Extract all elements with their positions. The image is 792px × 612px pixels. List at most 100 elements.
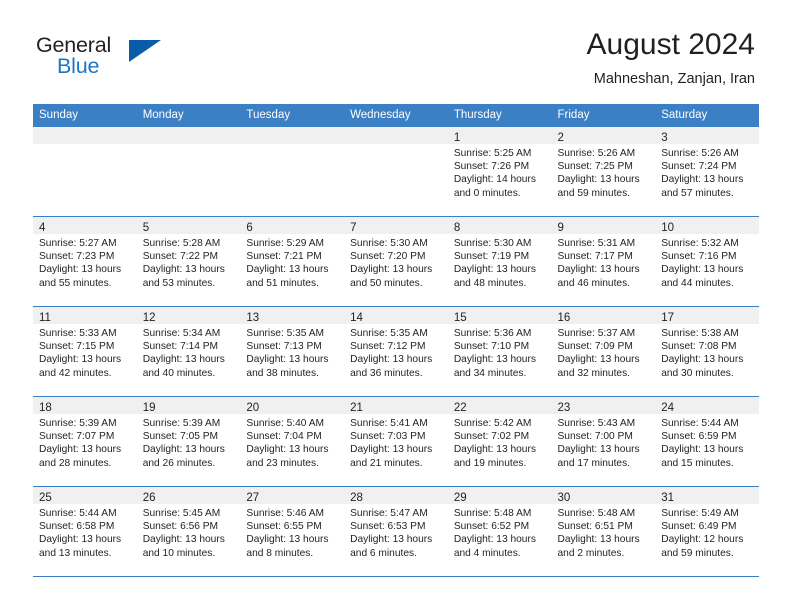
calendar-day-cell[interactable]: 26 Sunrise: 5:45 AM Sunset: 6:56 PM Dayligh… (136, 486, 241, 577)
calendar-day-cell[interactable]: 9 Sunrise: 5:31 AM Sunset: 7:17 PM Daylight… (551, 216, 656, 307)
page-header: General Blue August 2024 Mahneshan, Zanj… (0, 0, 792, 100)
daylight-text-line2: and 4 minutes. (453, 547, 521, 559)
calendar-day-cell[interactable]: 24 Sunrise: 5:44 AM Sunset: 6:59 PM Dayligh… (655, 396, 759, 487)
calendar-day-cell[interactable]: 13 Sunrise: 5:35 AM Sunset: 7:13 PM Dayligh… (240, 306, 345, 397)
calendar-day-cell[interactable]: 3 Sunrise: 5:26 AM Sunset: 7:24 PM Daylight… (655, 126, 759, 217)
calendar-day-cell[interactable]: 6 Sunrise: 5:29 AM Sunset: 7:21 PM Daylight… (240, 216, 345, 307)
sunset-text: Sunset: 7:21 PM (246, 251, 322, 263)
daylight-text-line1: Daylight: 13 hours (246, 354, 329, 366)
calendar-week-row: 4 Sunrise: 5:27 AM Sunset: 7:23 PM Daylight… (33, 216, 759, 307)
daylight-text-line1: Daylight: 13 hours (557, 534, 640, 546)
daylight-text-line2: and 51 minutes. (246, 277, 319, 289)
calendar-page: General Blue August 2024 Mahneshan, Zanj… (0, 0, 792, 612)
calendar-day-cell[interactable]: 31 Sunrise: 5:49 AM Sunset: 6:49 PM Dayligh… (655, 486, 759, 577)
day-number: 14 (350, 312, 363, 324)
day-details: Sunrise: 5:32 AM Sunset: 7:16 PM Daylight:… (655, 234, 759, 290)
calendar-day-cell[interactable]: 19 Sunrise: 5:39 AM Sunset: 7:05 PM Dayligh… (136, 396, 241, 487)
sunset-text: Sunset: 6:56 PM (142, 521, 219, 533)
day-cell-inner: 1 Sunrise: 5:25 AM Sunset: 7:26 PM Daylight… (447, 127, 552, 216)
calendar-day-cell[interactable]: 16 Sunrise: 5:37 AM Sunset: 7:09 PM Dayligh… (551, 306, 656, 397)
calendar-day-cell[interactable]: 11 Sunrise: 5:33 AM Sunset: 7:15 PM Dayligh… (33, 306, 137, 397)
calendar-day-cell[interactable]: 25 Sunrise: 5:44 AM Sunset: 6:58 PM Dayligh… (33, 486, 137, 577)
daylight-text-line1: Daylight: 12 hours (661, 534, 744, 546)
calendar-week-row: 11 Sunrise: 5:33 AM Sunset: 7:15 PM Dayligh… (33, 306, 759, 397)
sunrise-text: Sunrise: 5:48 AM (557, 508, 636, 519)
daylight-text-line2: and 42 minutes. (39, 367, 112, 379)
brand-logo[interactable]: General Blue (36, 33, 256, 83)
calendar-day-cell[interactable]: 20 Sunrise: 5:40 AM Sunset: 7:04 PM Dayligh… (240, 396, 345, 487)
day-details: Sunrise: 5:39 AM Sunset: 7:07 PM Daylight:… (33, 414, 137, 470)
day-cell-inner: 24 Sunrise: 5:44 AM Sunset: 6:59 PM Dayligh… (655, 397, 759, 486)
calendar-day-cell[interactable]: 17 Sunrise: 5:38 AM Sunset: 7:08 PM Dayligh… (655, 306, 759, 397)
calendar-day-cell[interactable]: 12 Sunrise: 5:34 AM Sunset: 7:14 PM Dayligh… (136, 306, 241, 397)
daylight-text-line1: Daylight: 13 hours (453, 444, 536, 456)
calendar-day-cell[interactable]: 1 Sunrise: 5:25 AM Sunset: 7:26 PM Daylight… (447, 126, 552, 217)
calendar-day-cell[interactable]: 7 Sunrise: 5:30 AM Sunset: 7:20 PM Daylight… (344, 216, 448, 307)
day-number-band: 12 (136, 307, 241, 324)
calendar-day-cell[interactable]: 29 Sunrise: 5:48 AM Sunset: 6:52 PM Dayligh… (447, 486, 552, 577)
day-cell-inner: 23 Sunrise: 5:43 AM Sunset: 7:00 PM Dayligh… (551, 397, 656, 486)
day-number-band: 7 (344, 217, 448, 234)
daylight-text-line1: Daylight: 13 hours (246, 534, 329, 546)
daylight-text-line2: and 53 minutes. (142, 277, 216, 289)
calendar-day-cell[interactable]: 15 Sunrise: 5:36 AM Sunset: 7:10 PM Dayligh… (447, 306, 552, 397)
day-number-band: 4 (33, 217, 137, 234)
day-number: 20 (246, 402, 260, 414)
sunset-text: Sunset: 6:55 PM (246, 521, 322, 533)
calendar-day-cell[interactable]: 27 Sunrise: 5:46 AM Sunset: 6:55 PM Dayligh… (240, 486, 345, 577)
day-number-band: 3 (655, 127, 759, 144)
daylight-text-line1: Daylight: 13 hours (350, 264, 433, 276)
calendar-day-cell[interactable]: 5 Sunrise: 5:28 AM Sunset: 7:22 PM Daylight… (136, 216, 241, 307)
daylight-text-line1: Daylight: 13 hours (142, 444, 225, 456)
day-number: 22 (453, 402, 467, 414)
day-details: Sunrise: 5:26 AM Sunset: 7:24 PM Daylight:… (655, 144, 759, 200)
daylight-text-line1: Daylight: 13 hours (453, 264, 536, 276)
day-cell-inner: 5 Sunrise: 5:28 AM Sunset: 7:22 PM Daylight… (136, 217, 241, 306)
calendar-day-cell-empty (240, 126, 345, 217)
sunrise-text: Sunrise: 5:25 AM (453, 148, 532, 159)
calendar-day-cell[interactable]: 21 Sunrise: 5:41 AM Sunset: 7:03 PM Dayligh… (344, 396, 448, 487)
calendar-day-cell[interactable]: 28 Sunrise: 5:47 AM Sunset: 6:53 PM Dayligh… (344, 486, 448, 577)
daylight-text-line2: and 32 minutes. (557, 367, 631, 379)
sunset-text: Sunset: 7:09 PM (557, 341, 633, 353)
day-number: 10 (661, 222, 675, 234)
day-number-band: 18 (33, 397, 137, 414)
day-cell-inner: 31 Sunrise: 5:49 AM Sunset: 6:49 PM Dayligh… (655, 487, 759, 576)
day-number: 1 (453, 132, 461, 144)
calendar-day-cell[interactable]: 30 Sunrise: 5:48 AM Sunset: 6:51 PM Dayligh… (551, 486, 656, 577)
sunrise-text: Sunrise: 5:46 AM (246, 508, 324, 519)
sunset-text: Sunset: 7:23 PM (39, 251, 115, 263)
sunset-text: Sunset: 7:04 PM (246, 431, 322, 443)
sunset-text: Sunset: 7:03 PM (350, 431, 426, 443)
daylight-text-line1: Daylight: 13 hours (39, 354, 122, 366)
calendar-day-cell[interactable]: 10 Sunrise: 5:32 AM Sunset: 7:16 PM Dayligh… (655, 216, 759, 307)
calendar-day-cell[interactable]: 4 Sunrise: 5:27 AM Sunset: 7:23 PM Daylight… (33, 216, 137, 307)
weekday-header-thursday: Thursday (447, 104, 552, 127)
calendar-week-row: 18 Sunrise: 5:39 AM Sunset: 7:07 PM Dayligh… (33, 396, 759, 487)
calendar-day-cell[interactable]: 2 Sunrise: 5:26 AM Sunset: 7:25 PM Daylight… (551, 126, 656, 217)
daylight-text-line2: and 30 minutes. (661, 367, 734, 379)
day-cell-inner (240, 127, 345, 216)
calendar-day-cell[interactable]: 23 Sunrise: 5:43 AM Sunset: 7:00 PM Dayligh… (551, 396, 656, 487)
day-number-band: 19 (136, 397, 241, 414)
sunrise-text: Sunrise: 5:31 AM (557, 238, 636, 249)
daylight-text-line2: and 21 minutes. (350, 457, 423, 469)
sunrise-text: Sunrise: 5:36 AM (453, 328, 532, 339)
day-cell-inner: 18 Sunrise: 5:39 AM Sunset: 7:07 PM Dayligh… (33, 397, 137, 486)
sunset-text: Sunset: 6:59 PM (661, 431, 737, 443)
daylight-text-line2: and 50 minutes. (350, 277, 423, 289)
calendar-body: 1 Sunrise: 5:25 AM Sunset: 7:26 PM Daylight… (33, 126, 759, 577)
day-number-band: 22 (447, 397, 552, 414)
calendar-day-cell[interactable]: 18 Sunrise: 5:39 AM Sunset: 7:07 PM Dayligh… (33, 396, 137, 487)
calendar-day-cell[interactable]: 8 Sunrise: 5:30 AM Sunset: 7:19 PM Daylight… (447, 216, 552, 307)
sunrise-text: Sunrise: 5:27 AM (39, 238, 117, 249)
calendar-day-cell[interactable]: 14 Sunrise: 5:35 AM Sunset: 7:12 PM Dayligh… (344, 306, 448, 397)
daylight-text-line2: and 40 minutes. (142, 367, 216, 379)
sunset-text: Sunset: 6:51 PM (557, 521, 633, 533)
daylight-text-line1: Daylight: 13 hours (142, 264, 225, 276)
sunset-text: Sunset: 7:00 PM (557, 431, 633, 443)
calendar-day-cell[interactable]: 22 Sunrise: 5:42 AM Sunset: 7:02 PM Dayligh… (447, 396, 552, 487)
brand-triangle-icon (129, 40, 161, 62)
daylight-text-line2: and 17 minutes. (557, 457, 631, 469)
day-number: 4 (39, 222, 46, 234)
